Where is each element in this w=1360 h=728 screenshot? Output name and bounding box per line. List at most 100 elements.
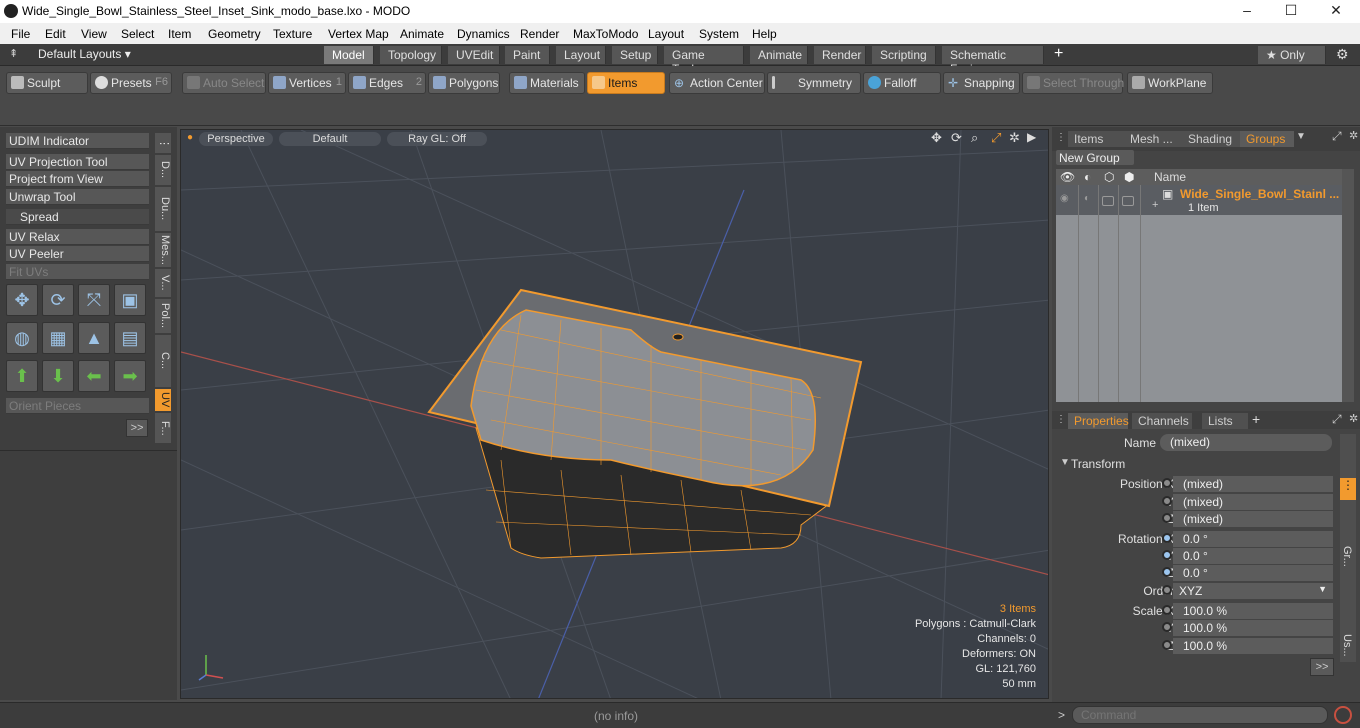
- scale-x-field[interactable]: 100.0 %: [1173, 603, 1333, 619]
- tab-paint[interactable]: Paint: [505, 46, 550, 64]
- transform-collapse-icon[interactable]: ▼: [1060, 457, 1070, 468]
- action-center-button[interactable]: ⊕ Action Center: [669, 72, 765, 94]
- position-x-field[interactable]: (mixed): [1173, 476, 1333, 492]
- polygons-button[interactable]: Polygons: [428, 72, 500, 94]
- scale-y-radio[interactable]: [1162, 622, 1172, 632]
- uv-grid-icon[interactable]: ▦: [42, 322, 74, 354]
- menu-maxtomodo[interactable]: MaxToModo: [573, 27, 638, 41]
- tab-topology[interactable]: Topology: [380, 46, 442, 64]
- auto-select-button[interactable]: Auto Select: [182, 72, 266, 94]
- uv-rotate-icon[interactable]: ⟳: [42, 284, 74, 316]
- shading-style-dropdown[interactable]: Default: [279, 132, 381, 146]
- arrow-right-icon[interactable]: ➡: [114, 360, 146, 392]
- name-column-header[interactable]: Name: [1154, 170, 1186, 184]
- snapping-button[interactable]: ✛ Snapping: [943, 72, 1020, 94]
- menu-edit[interactable]: Edit: [45, 27, 66, 41]
- zoom-icon[interactable]: ⌕: [971, 130, 978, 146]
- orient-pieces-button[interactable]: Orient Pieces: [6, 398, 149, 414]
- tab-groups[interactable]: Groups: [1240, 131, 1294, 147]
- scale-z-field[interactable]: 100.0 %: [1173, 638, 1333, 654]
- row-lock-checkbox[interactable]: [1102, 196, 1114, 206]
- vtab-du[interactable]: Du...: [155, 187, 171, 231]
- project-from-view-button[interactable]: Project from View: [6, 171, 149, 187]
- side-tab-gr[interactable]: Gr...: [1341, 546, 1353, 567]
- scale-y-field[interactable]: 100.0 %: [1173, 620, 1333, 636]
- menu-system[interactable]: System: [699, 27, 739, 41]
- side-tab-active[interactable]: ⋮: [1340, 478, 1356, 500]
- row-visibility-icon[interactable]: ◉: [1060, 193, 1069, 204]
- groups-scrollbar[interactable]: [1342, 169, 1354, 402]
- vtab-c[interactable]: C...: [155, 335, 171, 387]
- falloff-button[interactable]: Falloff: [863, 72, 941, 94]
- rotation-y-field[interactable]: 0.0 °: [1173, 548, 1333, 564]
- viewport-settings-icon[interactable]: ✲: [1009, 130, 1020, 146]
- 3d-viewport[interactable]: ● Perspective Default Ray GL: Off ✥ ⟳ ⌕ …: [180, 129, 1049, 699]
- tab-model[interactable]: Model: [324, 46, 374, 64]
- side-tab-us[interactable]: Us...: [1341, 634, 1353, 657]
- tab-game-tools[interactable]: Game Tools: [664, 46, 744, 76]
- tab-layout[interactable]: Layout: [556, 46, 606, 64]
- add-properties-tab-button[interactable]: +: [1252, 411, 1260, 427]
- vtab-f[interactable]: F...: [155, 413, 171, 443]
- menu-render[interactable]: Render: [520, 27, 559, 41]
- expand-icon[interactable]: +: [1152, 199, 1158, 211]
- vtab-uv[interactable]: UV: [155, 389, 171, 411]
- arrow-up-icon[interactable]: ⬆: [6, 360, 38, 392]
- menu-help[interactable]: Help: [752, 27, 777, 41]
- menu-vertex-map[interactable]: Vertex Map: [328, 27, 389, 41]
- menu-layout[interactable]: Layout: [648, 27, 684, 41]
- row-select-checkbox[interactable]: [1122, 196, 1134, 206]
- udim-indicator-button[interactable]: UDIM Indicator: [6, 133, 149, 149]
- symmetry-button[interactable]: Symmetry: [767, 72, 861, 94]
- record-macro-icon[interactable]: [1334, 706, 1352, 724]
- tab-uvedit[interactable]: UVEdit: [448, 46, 500, 64]
- uv-box-icon[interactable]: ▤: [114, 322, 146, 354]
- rotation-x-field[interactable]: 0.0 °: [1173, 531, 1333, 547]
- edges-button[interactable]: Edges 2: [348, 72, 426, 94]
- lock-icon[interactable]: ⬡: [1104, 170, 1114, 184]
- uv-cube-icon[interactable]: ▣: [114, 284, 146, 316]
- eye-icon[interactable]: 👁: [1060, 170, 1075, 184]
- command-input[interactable]: [1072, 706, 1328, 724]
- vertices-button[interactable]: Vertices 1: [268, 72, 346, 94]
- position-x-radio[interactable]: [1162, 478, 1172, 488]
- workplane-button[interactable]: WorkPlane: [1127, 72, 1213, 94]
- gear-icon[interactable]: ⚙: [1336, 46, 1349, 63]
- tab-lists[interactable]: Lists: [1202, 413, 1248, 429]
- tab-scripting[interactable]: Scripting: [872, 46, 936, 64]
- more-tools-button[interactable]: >>: [126, 419, 148, 437]
- order-radio[interactable]: [1162, 585, 1172, 595]
- uv-move-icon[interactable]: ✥: [6, 284, 38, 316]
- position-y-radio[interactable]: [1162, 496, 1172, 506]
- menu-item[interactable]: Item: [168, 27, 191, 41]
- presets-button[interactable]: Presets F6: [90, 72, 172, 94]
- name-field[interactable]: (mixed): [1160, 434, 1332, 451]
- menu-geometry[interactable]: Geometry: [208, 27, 261, 41]
- sculpt-button[interactable]: Sculpt: [6, 72, 88, 94]
- layout-arrow-icon[interactable]: ⇞: [9, 47, 18, 60]
- vtab-mes[interactable]: Mes...: [155, 233, 171, 267]
- rotation-x-radio[interactable]: [1162, 533, 1172, 543]
- uv-relax-button[interactable]: UV Relax: [6, 229, 149, 245]
- uv-sphere-icon[interactable]: ◍: [6, 322, 38, 354]
- spread-group-header[interactable]: Spread: [6, 209, 149, 225]
- sink-model[interactable]: [427, 288, 863, 559]
- render-icon[interactable]: ◐: [1084, 170, 1091, 184]
- uv-projection-tool-button[interactable]: UV Projection Tool: [6, 154, 149, 170]
- position-z-radio[interactable]: [1162, 513, 1172, 523]
- vtab-pol[interactable]: Pol...: [155, 299, 171, 333]
- group-name[interactable]: Wide_Single_Bowl_Stainl ...: [1180, 187, 1339, 201]
- position-z-field[interactable]: (mixed): [1173, 511, 1333, 527]
- default-layouts-dropdown[interactable]: Default Layouts ▾: [38, 47, 131, 61]
- close-button[interactable]: ✕: [1325, 2, 1347, 20]
- tabs-dropdown-icon[interactable]: ▼: [1296, 131, 1306, 142]
- menu-file[interactable]: File: [11, 27, 30, 41]
- properties-expand-icon[interactable]: ⤢: [1332, 412, 1342, 427]
- rotation-z-field[interactable]: 0.0 °: [1173, 565, 1333, 581]
- select-icon[interactable]: ⬢: [1124, 170, 1134, 184]
- rotation-z-radio[interactable]: [1162, 567, 1172, 577]
- only-toggle[interactable]: ★ Only: [1258, 46, 1326, 64]
- properties-options-icon[interactable]: ✲: [1349, 412, 1358, 425]
- uv-pyramid-icon[interactable]: ▲: [78, 322, 110, 354]
- fit-view-icon[interactable]: ⤢: [991, 130, 1001, 146]
